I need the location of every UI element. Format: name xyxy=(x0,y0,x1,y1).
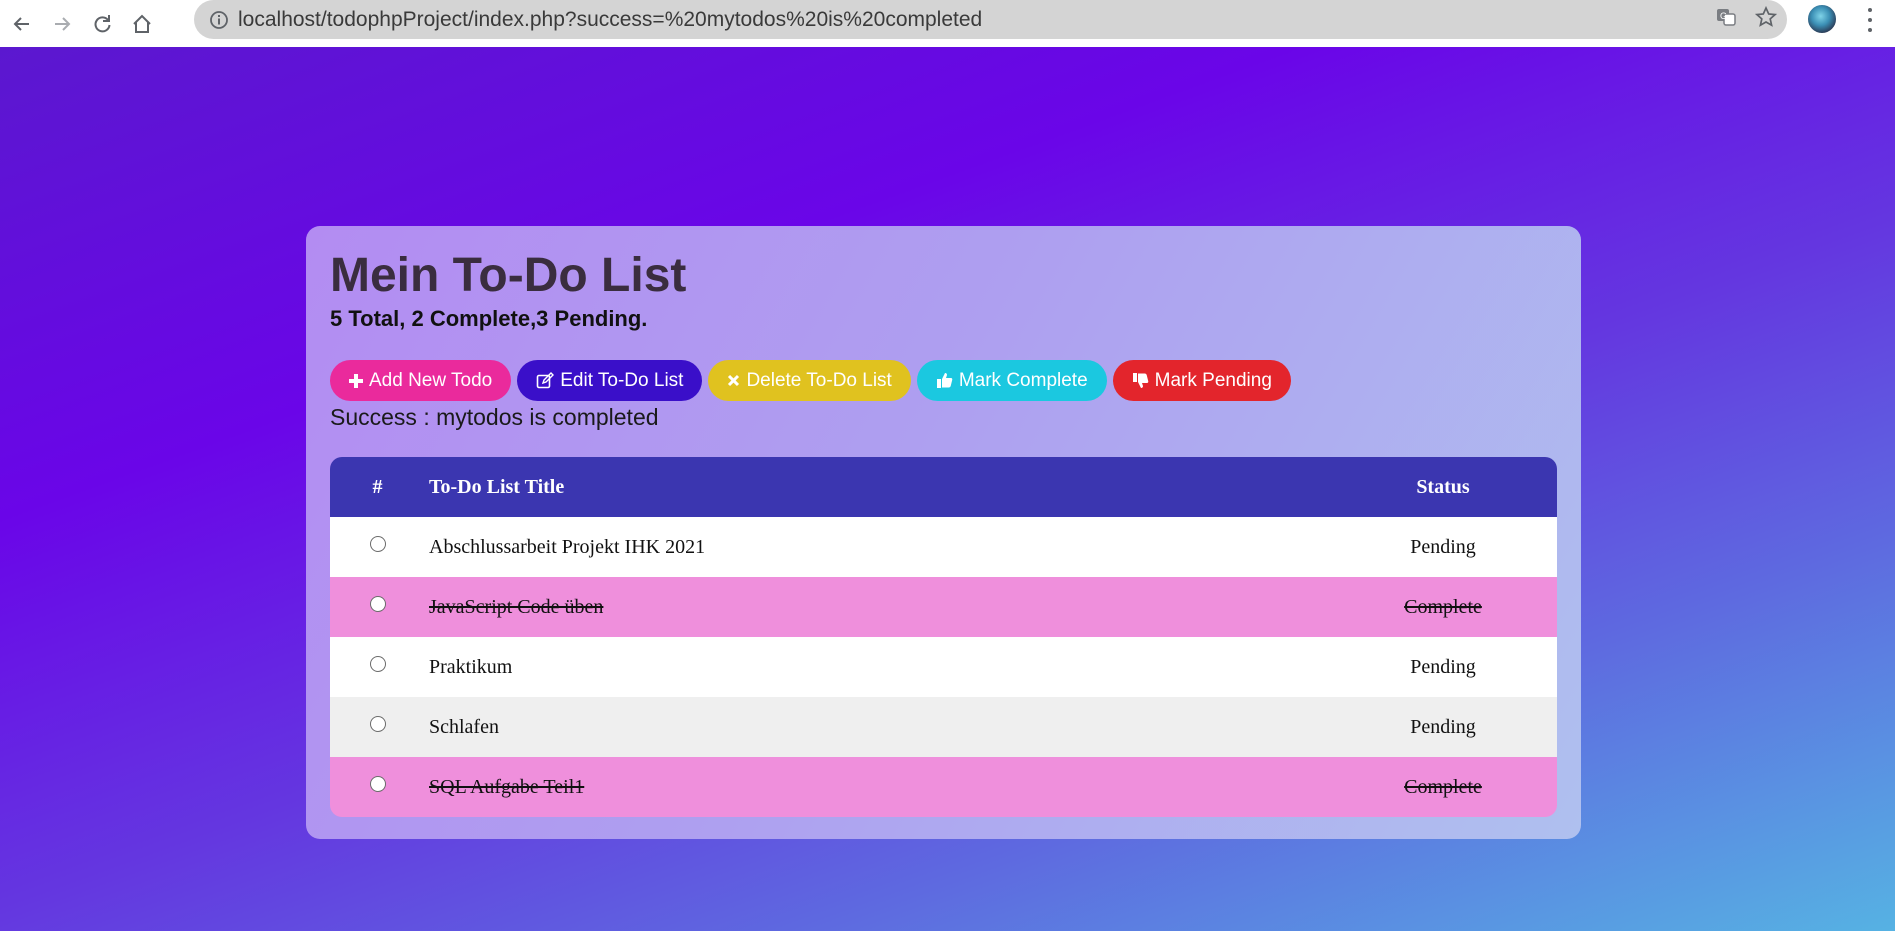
select-radio[interactable] xyxy=(369,536,386,552)
todo-status: Pending xyxy=(1410,715,1476,738)
forward-arrow-icon[interactable] xyxy=(44,6,80,42)
back-arrow-icon[interactable] xyxy=(4,6,40,42)
table-row: SQL Aufgabe Teil1 Complete xyxy=(330,757,1557,817)
todo-table: # To-Do List Title Status Abschlussarbei… xyxy=(330,457,1557,817)
table-row: Praktikum Pending xyxy=(330,637,1557,697)
todo-card: Mein To-Do List 5 Total, 2 Complete,3 Pe… xyxy=(306,226,1581,839)
add-todo-button[interactable]: Add New Todo xyxy=(330,360,512,401)
action-buttons: Add New Todo Edit To-Do List Delete To-D… xyxy=(330,360,1557,401)
mark-pending-label: Mark Pending xyxy=(1154,369,1272,391)
todo-title: Schlafen xyxy=(429,715,499,738)
header-title: To-Do List Title xyxy=(429,475,565,498)
todo-title: JavaScript Code üben xyxy=(429,595,604,618)
todo-title: SQL Aufgabe Teil1 xyxy=(429,775,585,798)
table-row: Abschlussarbeit Projekt IHK 2021 Pending xyxy=(330,517,1557,577)
times-icon xyxy=(727,374,740,387)
translate-icon[interactable]: G xyxy=(1715,6,1737,33)
delete-todo-label: Delete To-Do List xyxy=(746,369,892,391)
header-number: # xyxy=(372,475,383,498)
header-status: Status xyxy=(1416,475,1470,498)
plus-icon xyxy=(349,373,363,388)
menu-kebab-icon[interactable] xyxy=(1862,8,1878,32)
table-row: JavaScript Code üben Complete xyxy=(330,577,1557,637)
delete-todo-button[interactable]: Delete To-Do List xyxy=(708,360,911,401)
thumbs-down-icon xyxy=(1132,372,1149,389)
page-background: Mein To-Do List 5 Total, 2 Complete,3 Pe… xyxy=(0,47,1895,931)
select-radio[interactable] xyxy=(369,656,386,672)
todo-status: Complete xyxy=(1404,775,1482,798)
todo-status: Pending xyxy=(1410,535,1476,558)
todo-status: Complete xyxy=(1404,595,1482,618)
success-message: Success : mytodos is completed xyxy=(330,404,659,430)
todo-title: Abschlussarbeit Projekt IHK 2021 xyxy=(429,535,706,558)
mark-pending-button[interactable]: Mark Pending xyxy=(1112,360,1291,401)
table-header: # To-Do List Title Status xyxy=(330,457,1557,517)
todo-title: Praktikum xyxy=(429,655,513,678)
star-icon[interactable] xyxy=(1754,5,1778,33)
reload-icon[interactable] xyxy=(84,6,120,42)
select-radio[interactable] xyxy=(369,776,386,792)
address-bar[interactable]: localhost/todophpProject/index.php?succe… xyxy=(194,0,1787,39)
table-row: Schlafen Pending xyxy=(330,697,1557,757)
mark-complete-label: Mark Complete xyxy=(958,369,1088,391)
page-title: Mein To-Do List xyxy=(330,249,687,302)
avatar[interactable] xyxy=(1806,3,1838,35)
home-icon[interactable] xyxy=(124,6,160,42)
todo-status: Pending xyxy=(1410,655,1476,678)
select-radio[interactable] xyxy=(369,716,386,732)
thumbs-up-icon xyxy=(936,372,953,389)
svg-text:G: G xyxy=(1720,11,1727,21)
browser-toolbar: localhost/todophpProject/index.php?succe… xyxy=(0,0,1895,47)
info-icon[interactable] xyxy=(208,9,230,31)
todo-summary: 5 Total, 2 Complete,3 Pending. xyxy=(330,306,648,331)
add-todo-label: Add New Todo xyxy=(369,369,493,391)
edit-todo-button[interactable]: Edit To-Do List xyxy=(517,360,703,401)
url-text[interactable]: localhost/todophpProject/index.php?succe… xyxy=(238,8,982,32)
mark-complete-button[interactable]: Mark Complete xyxy=(916,360,1107,401)
select-radio[interactable] xyxy=(369,596,386,612)
edit-icon xyxy=(536,371,555,390)
edit-todo-label: Edit To-Do List xyxy=(560,369,684,391)
